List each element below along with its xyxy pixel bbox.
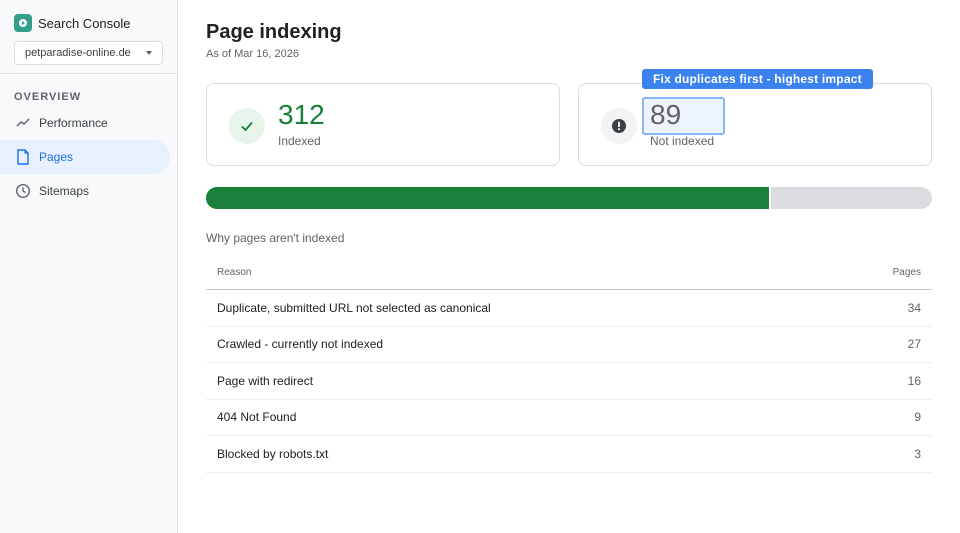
sidebar-item-label: Pages <box>39 150 74 164</box>
pages-cell: 3 <box>914 446 921 461</box>
sidebar-section-label: OVERVIEW <box>14 91 82 103</box>
pages-cell: 34 <box>907 300 921 315</box>
sidebar-item-performance[interactable]: Performance <box>0 106 170 140</box>
indexed-label: Indexed <box>278 134 321 148</box>
sidebar-item-sitemaps[interactable]: Sitemaps <box>0 174 170 208</box>
page-subtitle: As of Mar 16, 2026 <box>206 48 299 60</box>
pages-cell: 9 <box>914 410 921 425</box>
indexed-progress-fill <box>206 187 771 209</box>
reason-cell: Crawled - currently not indexed <box>217 337 384 352</box>
annotation-callout: Fix duplicates first - highest impact <box>642 69 873 89</box>
sidebar: Search Console petparadise-online.de OVE… <box>0 0 178 533</box>
sidebar-nav: Performance Pages Sitemaps <box>0 106 177 208</box>
table-row[interactable]: Blocked by robots.txt 3 <box>206 436 932 473</box>
sidebar-item-label: Performance <box>39 116 108 130</box>
reasons-table: Reason Pages Duplicate, submitted URL no… <box>206 255 932 473</box>
indexed-summary-card[interactable]: 312 Indexed <box>206 83 560 166</box>
column-header-pages[interactable]: Pages <box>893 267 921 278</box>
not-indexed-count: 89 <box>650 99 682 130</box>
sidebar-divider <box>0 73 177 74</box>
search-console-app: Search Console petparadise-online.de OVE… <box>0 0 960 533</box>
table-row[interactable]: Page with redirect 16 <box>206 363 932 400</box>
pages-cell: 27 <box>907 337 921 352</box>
column-header-reason[interactable]: Reason <box>217 267 251 278</box>
table-row[interactable]: Crawled - currently not indexed 27 <box>206 327 932 363</box>
indexing-progress-bar <box>206 187 932 209</box>
search-console-logo-icon <box>14 14 32 32</box>
caret-down-icon <box>146 51 152 55</box>
table-header: Reason Pages <box>206 255 932 290</box>
table-row[interactable]: Duplicate, submitted URL not selected as… <box>206 290 932 327</box>
pages-cell: 16 <box>907 373 921 388</box>
indexed-count: 312 <box>278 99 325 130</box>
sidebar-item-pages[interactable]: Pages <box>0 140 170 174</box>
reason-cell: Blocked by robots.txt <box>217 446 329 461</box>
clock-icon <box>15 183 31 199</box>
reasons-title: Why pages aren't indexed <box>206 231 345 245</box>
table-row[interactable]: 404 Not Found 9 <box>206 400 932 436</box>
sidebar-item-label: Sitemaps <box>39 184 90 198</box>
not-indexed-label: Not indexed <box>650 134 715 148</box>
reason-cell: Page with redirect <box>217 373 314 388</box>
reason-cell: 404 Not Found <box>217 410 297 425</box>
not-indexed-summary-card[interactable]: 89 Not indexed <box>578 83 932 166</box>
alert-icon <box>601 108 637 144</box>
property-name: petparadise-online.de <box>25 47 131 59</box>
check-icon <box>229 108 265 144</box>
property-selector[interactable]: petparadise-online.de <box>14 41 163 65</box>
document-icon <box>15 149 31 165</box>
page-title: Page indexing <box>206 21 342 43</box>
brand[interactable]: Search Console <box>14 14 131 32</box>
app-name: Search Console <box>38 15 131 31</box>
reason-cell: Duplicate, submitted URL not selected as… <box>217 300 491 315</box>
trend-icon <box>15 115 31 131</box>
